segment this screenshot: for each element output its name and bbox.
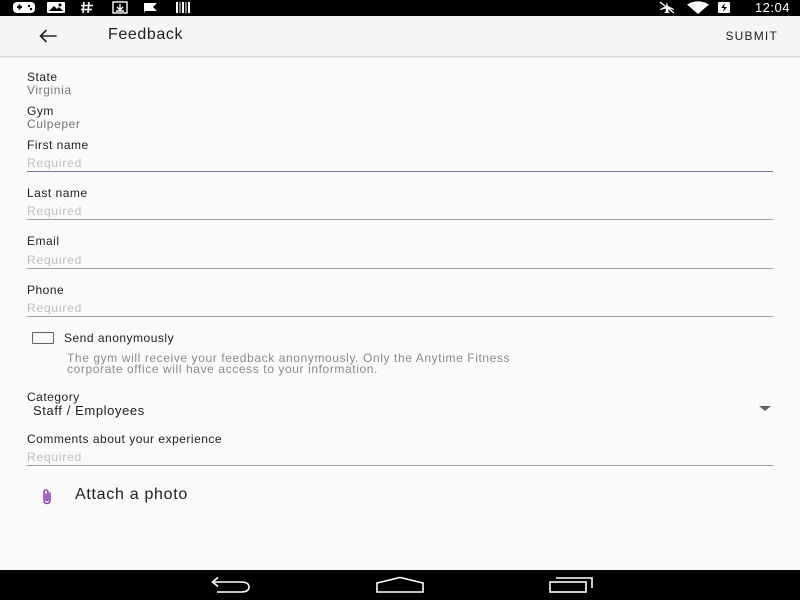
first-name-underline xyxy=(27,171,773,172)
chevron-down-icon[interactable] xyxy=(759,406,771,411)
clock: 12:04 xyxy=(754,0,790,15)
anonymous-note-line2: corporate office will have access to you… xyxy=(67,362,378,376)
back-nav-icon[interactable] xyxy=(205,576,253,594)
state-label: State xyxy=(27,70,58,84)
phone-field[interactable]: Required xyxy=(27,301,82,315)
gym-label: Gym xyxy=(27,104,54,118)
paperclip-icon xyxy=(43,489,51,505)
app-bar: Feedback SUBMIT xyxy=(0,16,800,56)
submit-button[interactable]: SUBMIT xyxy=(725,29,778,43)
download-icon xyxy=(112,1,128,14)
state-value[interactable]: Virginia xyxy=(27,83,72,97)
attach-photo-label: Attach a photo xyxy=(75,486,188,503)
last-name-field[interactable]: Required xyxy=(27,204,82,218)
game-controller-icon xyxy=(13,2,35,13)
last-name-label: Last name xyxy=(27,186,88,200)
comments-underline xyxy=(27,465,773,466)
battery-charging-icon xyxy=(718,2,730,13)
anonymous-checkbox[interactable] xyxy=(32,332,54,344)
last-name-underline xyxy=(27,219,773,220)
category-select[interactable]: Staff / Employees xyxy=(33,403,145,418)
category-label: Category xyxy=(27,390,80,404)
home-nav-icon[interactable] xyxy=(374,576,426,594)
comments-label: Comments about your experience xyxy=(27,432,223,446)
hashtag-icon xyxy=(81,1,93,14)
flag-icon xyxy=(144,3,157,13)
phone-label: Phone xyxy=(27,283,65,297)
attach-photo-button[interactable]: Attach a photo xyxy=(38,484,268,508)
wifi-icon xyxy=(687,1,709,14)
barcode-icon xyxy=(176,2,190,13)
status-bar: 12:04 xyxy=(0,0,800,16)
recents-nav-icon[interactable] xyxy=(548,576,596,594)
first-name-label: First name xyxy=(27,138,89,152)
first-name-field[interactable]: Required xyxy=(27,156,82,170)
email-field[interactable]: Required xyxy=(27,253,82,267)
email-label: Email xyxy=(27,234,60,248)
back-button[interactable] xyxy=(34,24,62,48)
comments-field[interactable]: Required xyxy=(27,450,82,464)
anonymous-note: The gym will receive your feedback anony… xyxy=(67,352,727,376)
phone-underline xyxy=(27,316,773,317)
gym-value[interactable]: Culpeper xyxy=(27,117,81,131)
anonymous-label[interactable]: Send anonymously xyxy=(64,331,174,345)
image-icon xyxy=(47,2,65,13)
arrow-back-icon xyxy=(39,29,57,43)
email-underline xyxy=(27,268,773,269)
airplane-mode-off-icon xyxy=(659,1,675,14)
navigation-bar xyxy=(0,570,800,600)
page-title: Feedback xyxy=(108,26,184,43)
